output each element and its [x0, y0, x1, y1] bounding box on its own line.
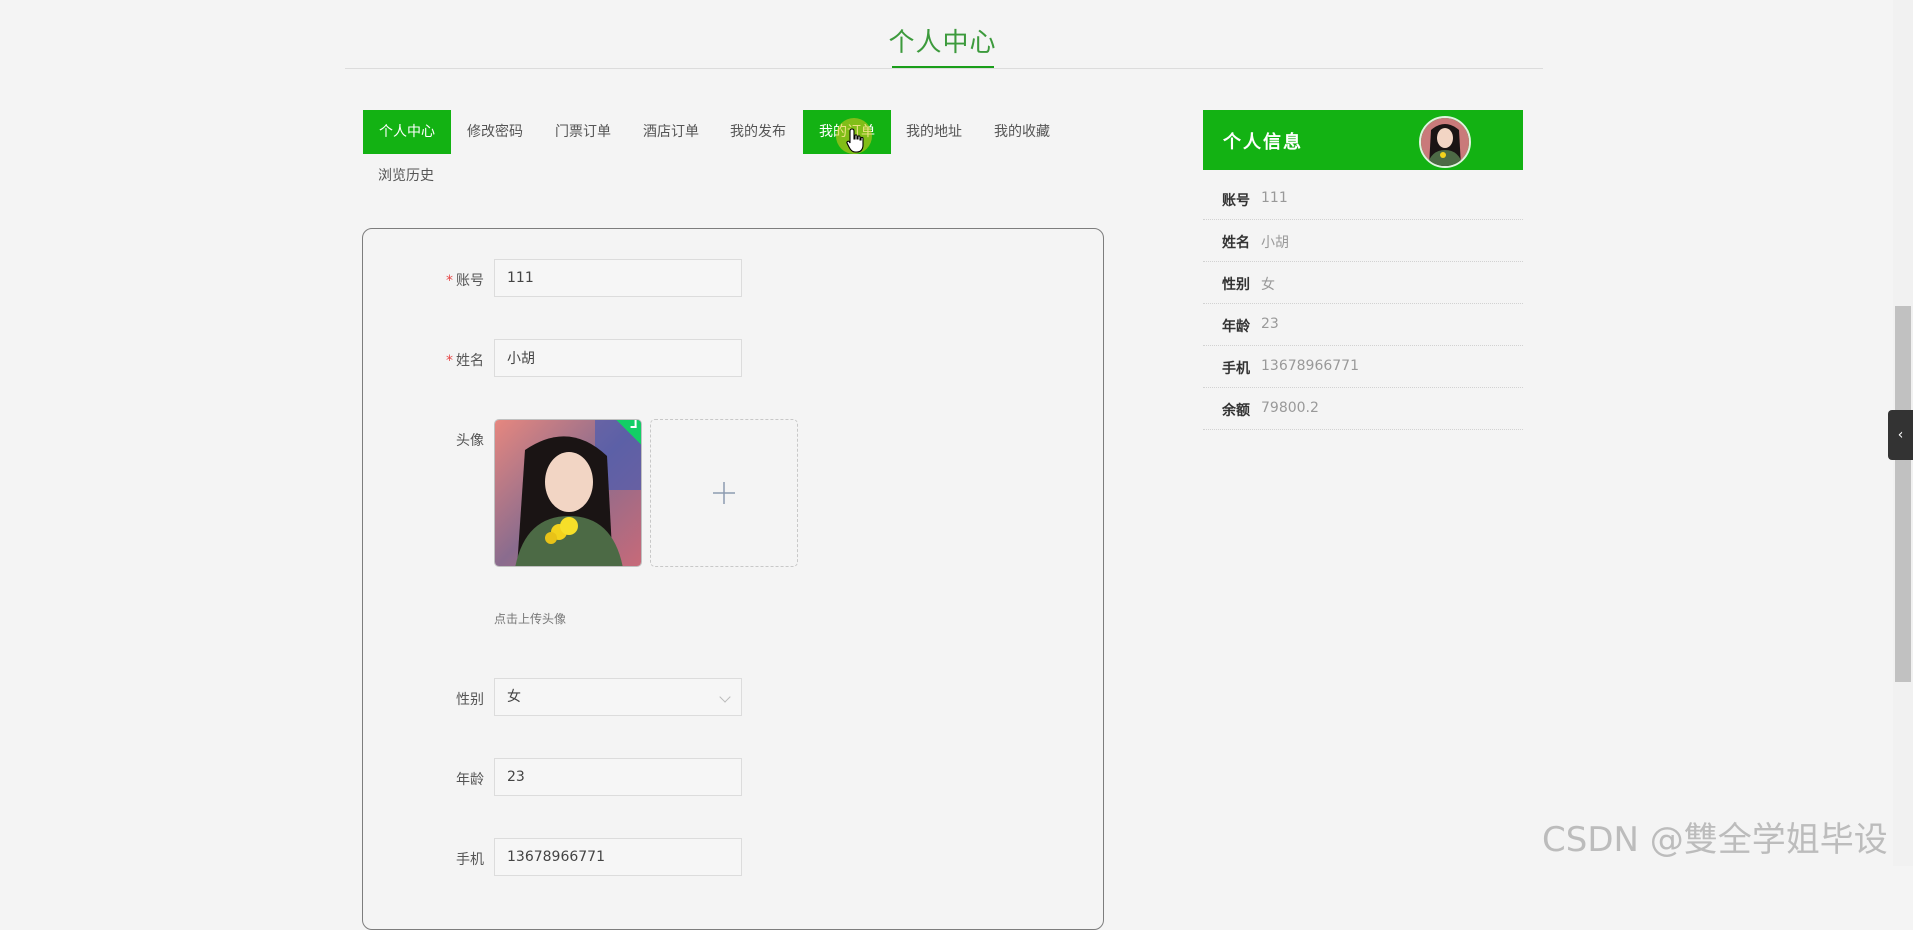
- name-input[interactable]: [494, 339, 742, 377]
- info-row-age: 年龄 23: [1203, 304, 1523, 346]
- gender-select-value: 女: [507, 689, 521, 705]
- tab-my-address[interactable]: 我的地址: [890, 110, 978, 154]
- info-key: 性别: [1222, 277, 1250, 293]
- title-divider: [345, 68, 1543, 69]
- chevron-down-icon: [719, 691, 731, 703]
- info-key: 余额: [1222, 403, 1250, 419]
- info-row-name: 姓名 小胡: [1203, 220, 1523, 262]
- age-label: 年龄: [456, 772, 484, 788]
- tab-change-password[interactable]: 修改密码: [451, 110, 539, 154]
- avatar-upload-tip: 点击上传头像: [494, 612, 567, 626]
- info-value: 女: [1261, 277, 1275, 293]
- info-value: 小胡: [1261, 235, 1289, 251]
- plus-icon: [713, 482, 735, 504]
- info-value: 23: [1261, 316, 1279, 332]
- required-mark: *: [446, 273, 453, 289]
- page-scrollbar-thumb[interactable]: [1895, 306, 1911, 682]
- phone-input[interactable]: [494, 838, 742, 876]
- info-value: 111: [1261, 190, 1288, 206]
- tab-ticket-orders[interactable]: 门票订单: [539, 110, 627, 154]
- hand-cursor-icon: [846, 128, 864, 153]
- profile-form-card: [362, 228, 1104, 930]
- watermark: CSDN @雙全学姐毕设: [1542, 820, 1888, 860]
- tab-my-favorites[interactable]: 我的收藏: [978, 110, 1066, 154]
- avatar-photo: [495, 420, 641, 566]
- chevron-left-icon: ‹: [1897, 427, 1904, 443]
- avatar-photo: [1421, 118, 1469, 166]
- age-input[interactable]: [494, 758, 742, 796]
- gender-label: 性别: [456, 692, 484, 708]
- info-panel-header: 个人信息: [1203, 110, 1523, 170]
- avatar: [1419, 116, 1471, 168]
- account-label: * 账号: [446, 273, 484, 289]
- info-row-balance: 余额 79800.2: [1203, 388, 1523, 430]
- avatar-preview[interactable]: [494, 419, 642, 567]
- info-key: 年龄: [1222, 319, 1250, 335]
- info-key: 姓名: [1222, 235, 1250, 251]
- info-value: 79800.2: [1261, 400, 1319, 416]
- gender-select[interactable]: 女: [494, 678, 742, 716]
- tab-hotel-orders[interactable]: 酒店订单: [627, 110, 715, 154]
- name-label: * 姓名: [446, 353, 484, 369]
- required-mark: *: [446, 353, 453, 369]
- info-panel-title: 个人信息: [1223, 132, 1303, 153]
- avatar-label: 头像: [456, 433, 484, 449]
- info-row-gender: 性别 女: [1203, 262, 1523, 304]
- info-key: 账号: [1222, 193, 1250, 209]
- avatar-upload-button[interactable]: [650, 419, 798, 567]
- info-value: 13678966771: [1261, 358, 1359, 374]
- account-input[interactable]: [494, 259, 742, 297]
- tab-personal-center[interactable]: 个人中心: [363, 110, 451, 154]
- tab-my-posts[interactable]: 我的发布: [714, 110, 802, 154]
- tab-browse-history[interactable]: 浏览历史: [362, 154, 450, 198]
- info-row-phone: 手机 13678966771: [1203, 346, 1523, 388]
- side-drawer-toggle[interactable]: ‹: [1888, 410, 1913, 460]
- page-title: 个人中心: [888, 28, 997, 58]
- phone-label: 手机: [456, 852, 484, 868]
- info-key: 手机: [1222, 361, 1250, 377]
- info-row-account: 账号 111: [1203, 178, 1523, 220]
